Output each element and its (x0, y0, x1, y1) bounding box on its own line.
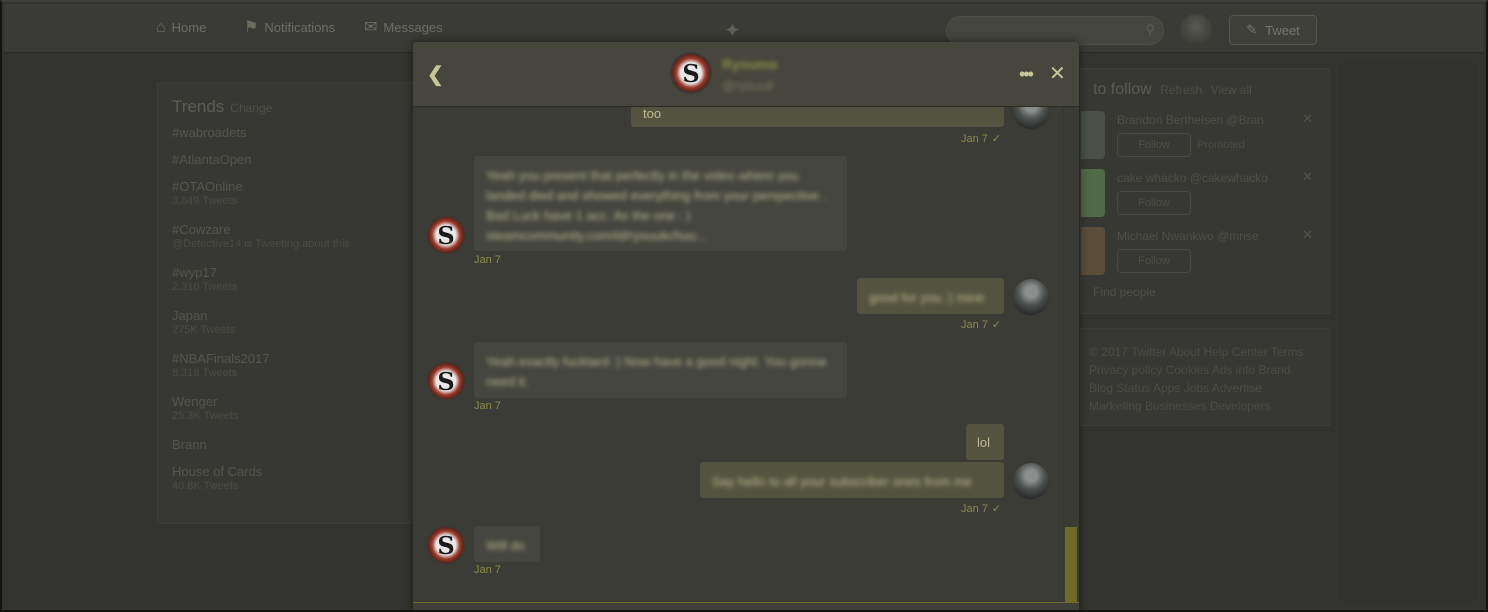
follow-button[interactable]: Follow (1117, 191, 1191, 215)
trend-item[interactable]: #Cowzare @Detective14 is Tweeting about t… (172, 222, 350, 250)
nav-notifications[interactable]: ⚑ Notifications (244, 18, 335, 36)
message-bubble-incoming[interactable]: Will do (474, 526, 540, 562)
envelope-icon: ✉ (364, 18, 378, 36)
my-avatar[interactable] (1013, 463, 1049, 499)
who-to-follow-panel: to follow Refresh View all Brandon Berth… (1080, 68, 1330, 314)
trend-item[interactable]: #wyp17 2,310 Tweets (172, 265, 237, 293)
message-bubble-outgoing[interactable]: Say hello to all your subscriber ones fr… (700, 462, 1004, 498)
suggestion-avatar[interactable] (1081, 227, 1105, 275)
scrollbar-thumb[interactable] (1065, 527, 1077, 602)
refresh-link[interactable]: Refresh (1160, 83, 1202, 97)
message-bubble-outgoing[interactable]: good for you :) mine (857, 278, 1004, 314)
contact-handle: @ryouuli (722, 78, 774, 93)
trends-panel: Trends Change #wabroadets #AtlantaOpen #O… (157, 82, 419, 524)
trends-title: Trends Change (172, 97, 273, 116)
contact-avatar[interactable]: S (672, 54, 710, 92)
message-bubble-incoming[interactable]: Yeah you present that perfectly in the v… (474, 156, 847, 251)
browser-frame: ⌂ Home ⚑ Notifications ✉ Messages ✦ ⚲ ✎ … (0, 0, 1488, 612)
follow-button[interactable]: Follow (1117, 133, 1191, 157)
dismiss-icon[interactable]: ✕ (1302, 227, 1313, 243)
message-timestamp: Jan 7 ✓ (961, 503, 1002, 515)
dismiss-icon[interactable]: ✕ (1302, 111, 1313, 127)
footer-panel: © 2017 Twitter About Help Center Terms P… (1080, 328, 1330, 426)
message-bubble-outgoing[interactable]: too (631, 107, 1004, 127)
contact-name[interactable]: Ryouma (722, 56, 777, 72)
twitter-bird-icon[interactable]: ✦ (724, 18, 741, 43)
read-check-icon: ✓ (991, 133, 1002, 145)
my-avatar[interactable] (1013, 107, 1049, 129)
suggestion-avatar[interactable] (1081, 169, 1105, 217)
find-people-link[interactable]: Find people (1093, 285, 1156, 299)
home-icon: ⌂ (156, 18, 166, 36)
message-composer[interactable] (413, 602, 1079, 610)
trend-item[interactable]: #AtlantaOpen (172, 152, 252, 167)
trend-item[interactable]: Wenger 25.3K Tweets (172, 394, 238, 422)
trend-item[interactable]: House of Cards 40.8K Tweets (172, 464, 262, 492)
direct-message-dialog: ❮ S Ryouma @ryouuli ••• ✕ too Jan 7 ✓ S Y… (413, 42, 1079, 610)
message-bubble-outgoing[interactable]: lol (966, 424, 1004, 460)
conversation-thread[interactable]: too Jan 7 ✓ S Yeah you present that perfe… (413, 107, 1079, 602)
read-check-icon: ✓ (991, 503, 1002, 515)
compose-icon: ✎ (1246, 22, 1258, 37)
nav-home[interactable]: ⌂ Home (156, 18, 206, 36)
back-icon[interactable]: ❮ (427, 62, 444, 87)
nav-messages[interactable]: ✉ Messages (364, 18, 443, 36)
message-timestamp: Jan 7 ✓ (961, 133, 1002, 145)
my-avatar[interactable] (1013, 279, 1049, 315)
trend-item[interactable]: Brann (172, 437, 207, 452)
close-icon[interactable]: ✕ (1049, 61, 1066, 86)
message-bubble-incoming[interactable]: Yeah exactly fucktard :) Now have a good… (474, 342, 847, 398)
dialog-header: ❮ S Ryouma @ryouuli ••• ✕ (413, 42, 1079, 107)
follow-suggestion: Michael Nwankwo @mnse ✕ Follow (1081, 227, 1329, 281)
trend-item[interactable]: #OTAOnline 3,849 Tweets (172, 179, 243, 207)
view-all-link[interactable]: View all (1211, 83, 1252, 97)
follow-suggestion: Brandon Berthelsen @Bran ✕ Follow Promot… (1081, 111, 1329, 165)
contact-avatar[interactable]: S (428, 527, 464, 563)
bell-icon: ⚑ (244, 18, 259, 36)
footer-links[interactable]: © 2017 Twitter About Help Center Terms P… (1089, 343, 1309, 415)
contact-avatar[interactable]: S (428, 363, 464, 399)
message-timestamp: Jan 7 ✓ (961, 319, 1002, 331)
tweet-button[interactable]: ✎ Tweet (1229, 15, 1317, 45)
trends-change-link[interactable]: Change (230, 101, 272, 115)
message-timestamp: Jan 7 (474, 564, 501, 576)
contact-avatar[interactable]: S (428, 217, 464, 253)
dismiss-icon[interactable]: ✕ (1302, 169, 1313, 185)
user-avatar[interactable] (1180, 14, 1212, 46)
trend-item[interactable]: #NBAFinals2017 8,318 Tweets (172, 351, 270, 379)
promoted-label: Promoted (1197, 139, 1245, 151)
search-input[interactable]: ⚲ (946, 16, 1164, 45)
trend-item[interactable]: Japan 275K Tweets (172, 308, 235, 336)
who-to-follow-title: to follow Refresh View all (1093, 81, 1252, 98)
follow-button[interactable]: Follow (1117, 249, 1191, 273)
more-options-icon[interactable]: ••• (1019, 64, 1034, 85)
read-check-icon: ✓ (991, 319, 1002, 331)
background-right-area (1338, 62, 1478, 602)
message-timestamp: Jan 7 (474, 400, 501, 412)
trend-item[interactable]: #wabroadets (172, 125, 246, 140)
suggestion-avatar[interactable] (1081, 111, 1105, 159)
search-icon: ⚲ (1145, 22, 1155, 37)
message-timestamp: Jan 7 (474, 254, 501, 266)
follow-suggestion: cake whacko @cakewhacko ✕ Follow (1081, 169, 1329, 223)
